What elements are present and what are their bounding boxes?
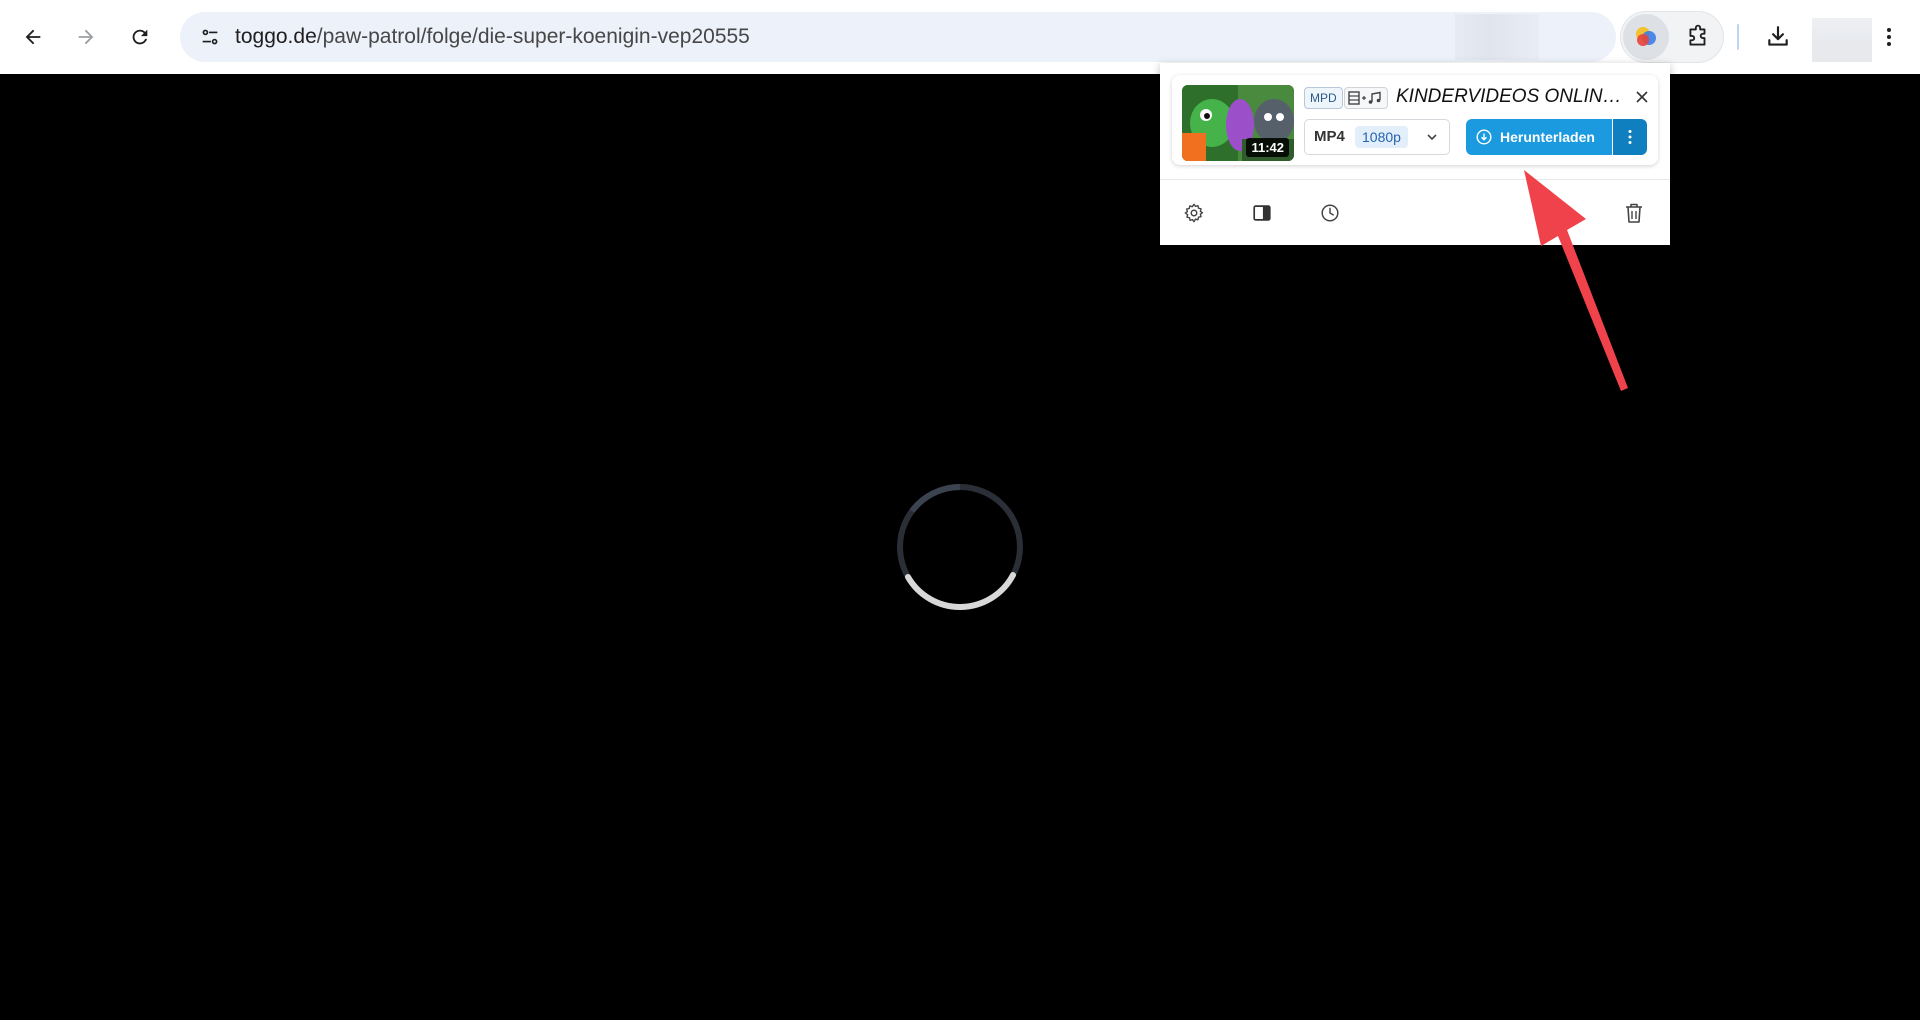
download-button[interactable]: Herunterladen [1466,119,1612,155]
chevron-down-icon [1427,134,1437,141]
video-duration: 11:42 [1246,138,1289,157]
site-info-icon [202,29,218,45]
format-quality-select[interactable]: MP4 1080p [1304,119,1450,155]
extension-icon [1636,27,1656,46]
popup-divider [1160,179,1670,180]
resolution-badge: 1080p [1355,126,1408,148]
back-button[interactable] [11,15,55,59]
site-info-button[interactable] [192,19,228,55]
url-host: toggo.de [235,25,317,48]
download-options-button[interactable] [1613,119,1647,155]
extensions-group [1620,11,1724,63]
url-path: /paw-patrol/folge/die-super-koenigin-vep… [316,25,750,48]
downloader-popup: 11:42 MPD KINDERVIDEOS ONLINE ... MP4 10… [1160,63,1670,245]
video-title: KINDERVIDEOS ONLINE ... [1396,86,1628,107]
download-icon [1768,26,1788,46]
reload-button[interactable] [118,15,162,59]
stream-type-badge: MPD [1304,87,1343,109]
trash-icon [1626,203,1642,223]
blurred-region [1455,14,1539,60]
avatar[interactable] [1812,18,1872,62]
download-circle-icon [1476,129,1492,145]
video-audio-badge [1344,87,1388,109]
sidebar-icon [1253,205,1271,221]
close-item-button[interactable] [1630,85,1654,109]
extensions-menu-button[interactable] [1675,14,1721,60]
settings-button[interactable] [1180,199,1208,227]
video-thumbnail[interactable]: 11:42 [1182,85,1294,161]
toolbar-divider [1737,24,1739,50]
video-item-card: 11:42 MPD KINDERVIDEOS ONLINE ... MP4 10… [1172,75,1658,165]
browser-menu-button[interactable] [1867,15,1911,59]
loading-spinner-icon [897,484,1023,610]
forward-icon [78,29,94,45]
reload-icon [132,29,148,45]
sidebar-button[interactable] [1248,199,1276,227]
download-button-label: Herunterladen [1500,129,1595,145]
film-audio-icon [1348,91,1381,105]
address-bar[interactable]: toggo.de/paw-patrol/folge/die-super-koen… [180,12,1616,62]
more-vert-icon [1887,28,1891,46]
format-label: MP4 [1314,128,1345,145]
forward-button[interactable] [64,15,108,59]
url-text: toggo.de/paw-patrol/folge/die-super-koen… [235,12,750,62]
gear-icon [1184,203,1204,223]
close-icon [1636,91,1648,103]
downloads-button[interactable] [1756,15,1800,59]
back-icon [25,29,41,45]
video-downloader-extension-button[interactable] [1623,14,1669,60]
history-button[interactable] [1316,199,1344,227]
history-icon [1321,204,1339,222]
more-vert-icon [1628,130,1632,144]
puzzle-icon [1689,24,1706,46]
delete-all-button[interactable] [1620,199,1648,227]
